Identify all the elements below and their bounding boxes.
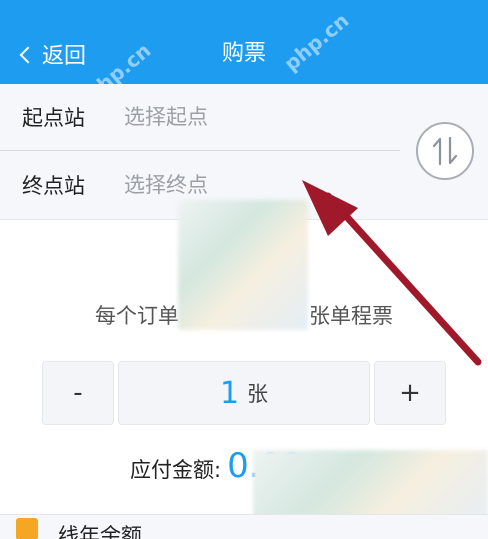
payment-label: 线年余额: [58, 524, 142, 539]
wallet-icon: [16, 518, 38, 539]
decrease-button[interactable]: -: [42, 361, 114, 425]
from-station-row[interactable]: 起点站: [0, 84, 400, 150]
quantity-display: 1 张: [118, 361, 370, 425]
arrow-shaft: [324, 192, 482, 366]
to-station-label: 终点站: [22, 174, 85, 198]
quantity-value: 1: [219, 375, 240, 411]
quantity-unit: 张: [247, 382, 269, 406]
blurred-region: [178, 200, 308, 330]
from-station-label: 起点站: [22, 106, 85, 130]
swap-stations-button[interactable]: [416, 122, 474, 180]
ticket-note-left: 每个订单: [95, 304, 179, 328]
quantity-stepper: - 1 张 +: [42, 361, 446, 425]
increase-button[interactable]: +: [374, 361, 446, 425]
from-station-input[interactable]: [124, 105, 364, 129]
status-bar: [0, 0, 488, 26]
page-title: 购票: [221, 41, 266, 66]
divider: [0, 150, 400, 151]
amount-label: 应付金额:: [130, 458, 222, 482]
nav-bar: 返回 购票: [0, 26, 488, 84]
swap-vertical-icon: [432, 136, 458, 166]
ticket-note-right: 张单程票: [309, 304, 393, 328]
to-station-input[interactable]: [124, 173, 364, 197]
